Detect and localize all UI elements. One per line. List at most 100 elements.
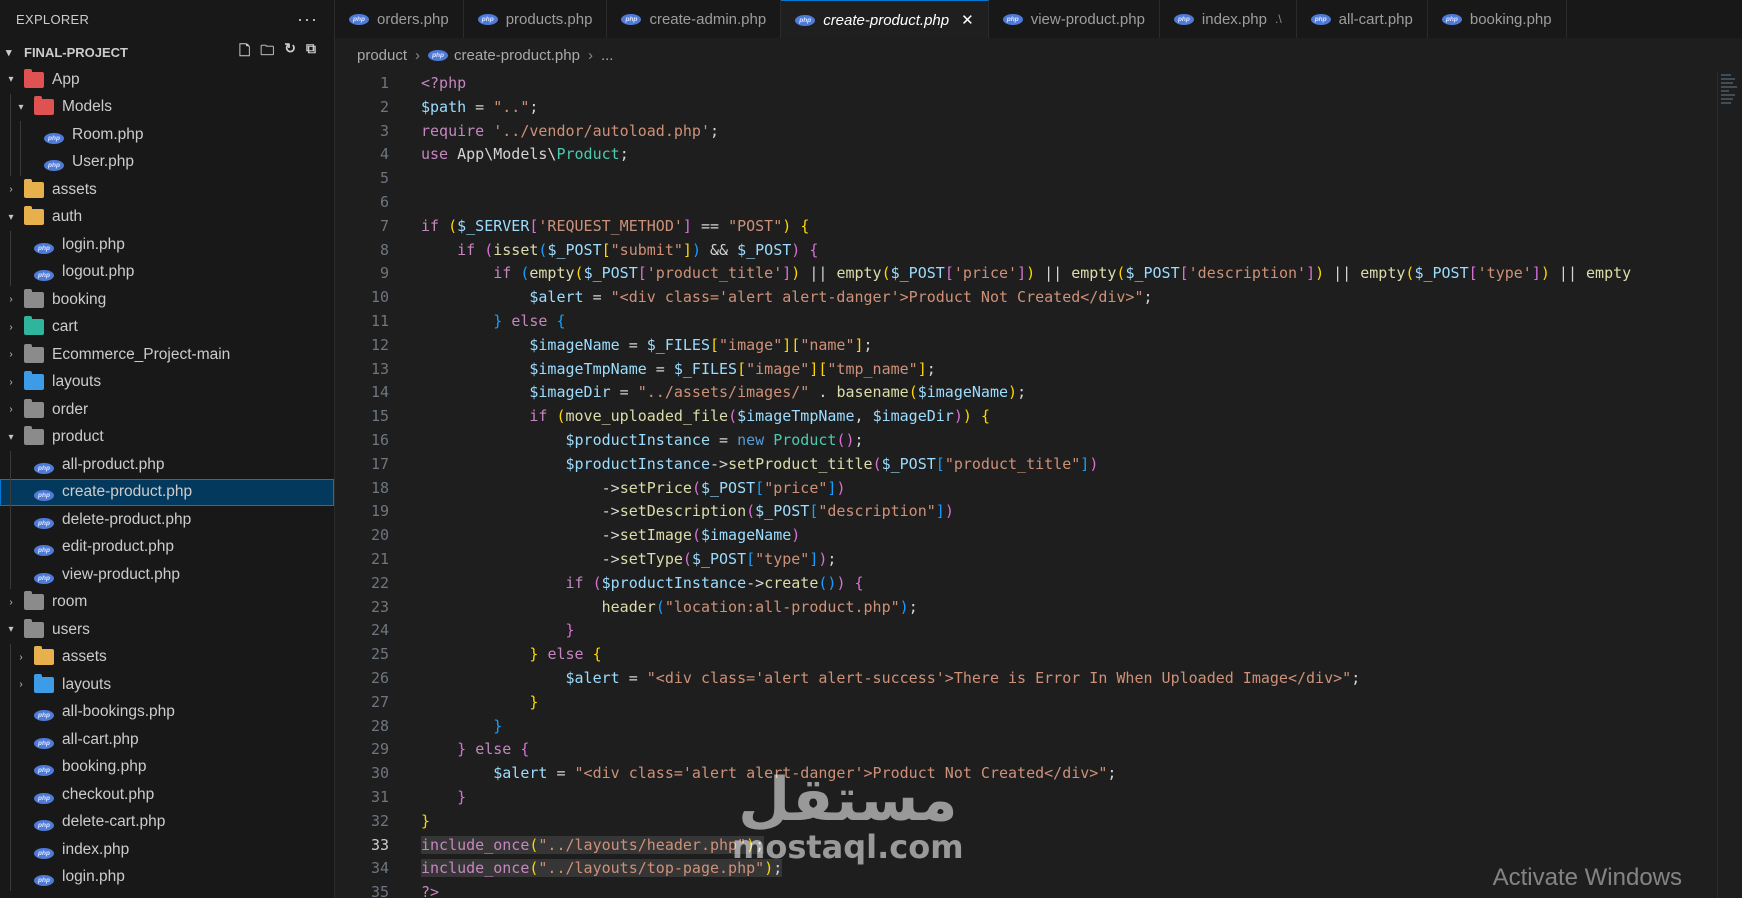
code-line[interactable]: 23 header("location:all-product.php"); (335, 596, 1718, 620)
breadcrumb-folder[interactable]: product (357, 47, 407, 64)
code-line[interactable]: 32} (335, 810, 1718, 834)
chevron-right-icon: › (9, 294, 13, 306)
breadcrumb-more[interactable]: ... (601, 47, 614, 64)
code-line[interactable]: 12 $imageName = $_FILES["image"]["name"]… (335, 334, 1718, 358)
code-line[interactable]: 26 $alert = "<div class='alert alert-suc… (335, 667, 1718, 691)
tree-folder[interactable]: ▾ product (0, 424, 334, 452)
more-actions-icon[interactable]: ··· (297, 9, 318, 30)
code-line[interactable]: 24 } (335, 619, 1718, 643)
tree-file[interactable]: php create-product.php (0, 478, 334, 506)
tree-file[interactable]: php login.php (0, 863, 334, 891)
tree-folder[interactable]: ▾ users (0, 616, 334, 644)
php-badge-icon: php (34, 270, 54, 282)
collapse-all-icon[interactable]: ⧉ (306, 40, 316, 64)
code-line[interactable]: 3 require '../vendor/autoload.php'; (335, 120, 1718, 144)
tree-folder[interactable]: ▾ App (0, 66, 334, 94)
code-line[interactable]: 18 ->setPrice($_POST["price"]) (335, 477, 1718, 501)
code-line[interactable]: 17 $productInstance->setProduct_title($_… (335, 453, 1718, 477)
tree-folder[interactable]: › layouts (0, 671, 334, 699)
code-line[interactable]: 22 if ($productInstance->create()) { (335, 572, 1718, 596)
tree-file[interactable]: php logout.php (0, 258, 334, 286)
line-number: 5 (379, 169, 389, 188)
close-icon[interactable]: ✕ (961, 11, 974, 29)
tree-file[interactable]: php all-product.php (0, 451, 334, 479)
editor-tab[interactable]: php products.php (464, 0, 608, 38)
code-line[interactable]: 21 ->setType($_POST["type"]); (335, 548, 1718, 572)
tree-file[interactable]: php Room.php (0, 121, 334, 149)
code-line[interactable]: 10 $alert = "<div class='alert alert-dan… (335, 286, 1718, 310)
folder-icon (24, 371, 44, 391)
tree-file[interactable]: php delete-product.php (0, 506, 334, 534)
tree-file[interactable]: php checkout.php (0, 781, 334, 809)
project-root[interactable]: ▾ FINAL-PROJECT 🗋 🗀 ↻ ⧉ (0, 38, 334, 66)
code-line[interactable]: 28 } (335, 715, 1718, 739)
tree-folder[interactable]: › assets (0, 176, 334, 204)
code-line[interactable]: 20 ->setImage($imageName) (335, 524, 1718, 548)
line-number: 9 (379, 264, 389, 283)
tree-folder[interactable]: › cart (0, 314, 334, 342)
tree-file[interactable]: php index.php (0, 836, 334, 864)
tree-file[interactable]: php edit-product.php (0, 533, 334, 561)
code-line[interactable]: 25 } else { (335, 643, 1718, 667)
tree-folder[interactable]: ▾ Models (0, 93, 334, 121)
php-file-icon: php (34, 567, 54, 584)
code-line[interactable]: 19 ->setDescription($_POST["description"… (335, 500, 1718, 524)
tree-folder[interactable]: › layouts (0, 369, 334, 397)
tree-file[interactable]: php all-cart.php (0, 726, 334, 754)
code-editor[interactable]: 1 <?php 2 $path = ".."; 3 require '../vendor/… (335, 72, 1718, 898)
tab-label: booking.php (1469, 10, 1552, 28)
editor-tab[interactable]: php all-cart.php (1297, 0, 1428, 38)
line-number: 34 (370, 859, 389, 878)
code-line[interactable]: 7 if ($_SERVER['REQUEST_METHOD'] == "POST… (335, 215, 1718, 239)
new-file-icon[interactable]: 🗋 (239, 40, 250, 64)
tree-folder[interactable]: › order (0, 396, 334, 424)
tree-file[interactable]: php User.php (0, 148, 334, 176)
editor-tab[interactable]: php index.php .\ (1160, 0, 1297, 38)
tree-item-label: layouts (62, 675, 112, 693)
breadcrumb-file[interactable]: create-product.php (454, 47, 580, 64)
code-line[interactable]: 15 if (move_uploaded_file($imageTmpName,… (335, 405, 1718, 429)
tree-file[interactable]: php delete-cart.php (0, 808, 334, 836)
code-line[interactable]: 16 $productInstance = new Product(); (335, 429, 1718, 453)
tree-file[interactable]: php view-product.php (0, 561, 334, 589)
indent-guide (10, 478, 11, 506)
editor-tab[interactable]: php create-product.php ✕ (781, 0, 989, 38)
php-file-icon: php (34, 512, 54, 529)
code-text: } else { (493, 311, 566, 330)
tree-folder[interactable]: › assets (0, 643, 334, 671)
code-line[interactable]: 9 if (empty($_POST['product_title']) || … (335, 262, 1718, 286)
tree-item-label: logout.php (62, 263, 135, 281)
code-line[interactable]: 31 } (335, 786, 1718, 810)
minimap[interactable] (1717, 72, 1742, 898)
editor-tab[interactable]: php booking.php (1428, 0, 1567, 38)
code-line[interactable]: 4 use App\Models\Product; (335, 143, 1718, 167)
code-line[interactable]: 14 $imageDir = "../assets/images/" . bas… (335, 381, 1718, 405)
code-line[interactable]: 11 } else { (335, 310, 1718, 334)
line-number: 35 (370, 883, 389, 898)
code-line[interactable]: 27 } (335, 691, 1718, 715)
tree-file[interactable]: php all-bookings.php (0, 698, 334, 726)
tree-folder[interactable]: ▾ auth (0, 204, 334, 232)
tree-file[interactable]: php login.php (0, 231, 334, 259)
code-line[interactable]: 6 (335, 191, 1718, 215)
code-line[interactable]: 5 (335, 167, 1718, 191)
tree-folder[interactable]: › room (0, 589, 334, 617)
line-number: 2 (379, 97, 389, 116)
php-file-icon: php (34, 869, 54, 887)
editor-tab[interactable]: php orders.php (335, 0, 464, 38)
code-line[interactable]: 30 $alert = "<div class='alert alert-dan… (335, 762, 1718, 786)
tree-item-label: cart (52, 318, 78, 336)
code-line[interactable]: 13 $imageTmpName = $_FILES["image"]["tmp… (335, 358, 1718, 382)
tree-folder[interactable]: › Ecommerce_Project-main (0, 341, 334, 369)
code-line[interactable]: 1 <?php (335, 72, 1718, 96)
tree-file[interactable]: php booking.php (0, 753, 334, 781)
tree-folder[interactable]: › booking (0, 286, 334, 314)
code-line[interactable]: 8 if (isset($_POST["submit"]) && $_POST)… (335, 239, 1718, 263)
code-line[interactable]: 33 include_once("../layouts/header.php"); (335, 834, 1718, 858)
editor-tab[interactable]: php view-product.php (989, 0, 1160, 38)
code-line[interactable]: 29 } else { (335, 738, 1718, 762)
new-folder-icon[interactable]: 🗀 (260, 40, 274, 64)
code-line[interactable]: 2 $path = ".."; (335, 96, 1718, 120)
editor-tab[interactable]: php create-admin.php (607, 0, 782, 38)
refresh-icon[interactable]: ↻ (284, 40, 296, 64)
